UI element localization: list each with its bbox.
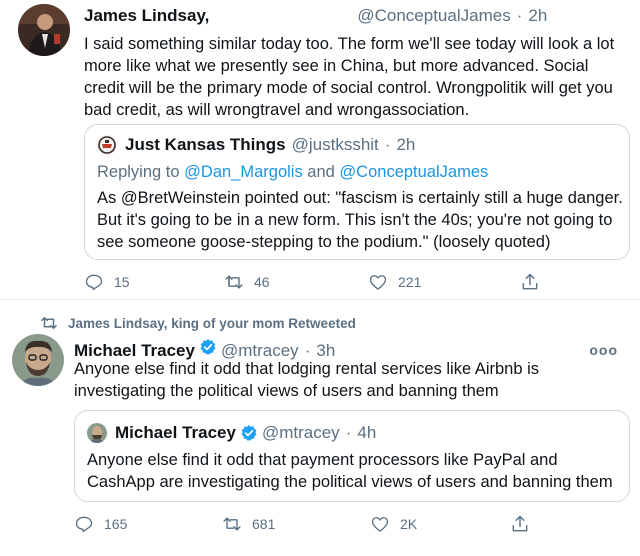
timestamp[interactable]: 2h — [528, 6, 547, 26]
like-icon — [369, 275, 387, 290]
reply-icon — [75, 516, 93, 533]
replying-to: Replying to @Dan_Margolis and @Conceptua… — [97, 163, 488, 182]
separator-dot: · — [345, 423, 352, 442]
quoted-tweet-header: Michael Tracey @mtracey · 4h — [87, 423, 376, 443]
tweet-header: James Lindsay, @ConceptualJames · 2h — [84, 6, 547, 26]
share-icon — [522, 273, 538, 290]
replying-to-label: Replying to — [97, 163, 180, 181]
tweet-actions: 15 46 221 — [84, 272, 544, 294]
quoted-user-handle[interactable]: @justksshit — [292, 135, 379, 155]
like-count: 2K — [400, 516, 418, 532]
like-button[interactable]: 221 — [368, 272, 421, 292]
quoted-display-name[interactable]: Michael Tracey — [115, 423, 236, 443]
retweet-icon — [41, 317, 57, 329]
reply-icon — [85, 274, 103, 291]
more-icon[interactable]: ooo — [589, 342, 618, 358]
retweeted-by-label[interactable]: James Lindsay, king of your mom Retweete… — [68, 316, 356, 331]
quoted-tweet[interactable]: Just Kansas Things @justksshit · 2h Repl… — [84, 124, 630, 260]
retweet-context: James Lindsay, king of your mom Retweete… — [40, 314, 356, 332]
reply-mention-conceptualjames[interactable]: @ConceptualJames — [339, 163, 488, 181]
display-name[interactable]: James Lindsay, — [84, 6, 209, 26]
quoted-tweet-text: Anyone else find it odd that payment pro… — [87, 451, 613, 491]
reply-button[interactable]: 165 — [74, 514, 127, 534]
user-handle[interactable]: @ConceptualJames — [357, 6, 510, 26]
tweet-text: I said something similar today too. The … — [84, 35, 615, 119]
avatar[interactable] — [18, 4, 70, 56]
tweet-james-lindsay[interactable]: James Lindsay, @ConceptualJames · 2h I s… — [0, 0, 640, 300]
separator-dot: · — [516, 6, 523, 25]
quoted-timestamp[interactable]: 4h — [357, 423, 376, 443]
reply-count: 165 — [104, 516, 128, 532]
quoted-avatar — [87, 423, 107, 443]
share-button[interactable] — [510, 514, 540, 534]
quoted-tweet-text: As @BretWeinstein pointed out: "fascism … — [97, 189, 623, 251]
verified-icon — [241, 425, 257, 441]
quoted-tweet-header: Just Kansas Things @justksshit · 2h — [97, 135, 415, 155]
retweet-count: 46 — [254, 274, 270, 290]
share-button[interactable] — [520, 272, 550, 292]
tweet-text: Anyone else find it odd that lodging ren… — [74, 360, 540, 400]
quoted-user-handle[interactable]: @mtracey — [262, 423, 340, 443]
reply-count: 15 — [114, 274, 130, 290]
quoted-timestamp[interactable]: 2h — [396, 135, 415, 155]
reply-mention-dan-margolis[interactable]: @Dan_Margolis — [184, 163, 303, 181]
verified-icon — [200, 339, 216, 355]
reply-button[interactable]: 15 — [84, 272, 130, 292]
tweet-michael-tracey[interactable]: James Lindsay, king of your mom Retweete… — [0, 308, 640, 556]
like-icon — [371, 517, 389, 532]
avatar[interactable] — [12, 334, 64, 386]
retweet-button[interactable]: 681 — [222, 514, 275, 534]
share-icon — [512, 515, 528, 532]
retweet-button[interactable]: 46 — [224, 272, 270, 292]
quoted-avatar — [97, 135, 117, 155]
retweet-icon — [223, 517, 241, 531]
replying-to-and: and — [307, 163, 335, 181]
retweet-count: 681 — [252, 516, 276, 532]
like-count: 221 — [398, 274, 422, 290]
tweet-actions: 165 681 2K — [74, 514, 534, 536]
quoted-display-name[interactable]: Just Kansas Things — [125, 135, 286, 155]
retweet-icon — [225, 275, 243, 289]
like-button[interactable]: 2K — [370, 514, 417, 534]
quoted-tweet[interactable]: Michael Tracey @mtracey · 4h Anyone else… — [74, 410, 630, 502]
separator-dot: · — [384, 135, 391, 154]
